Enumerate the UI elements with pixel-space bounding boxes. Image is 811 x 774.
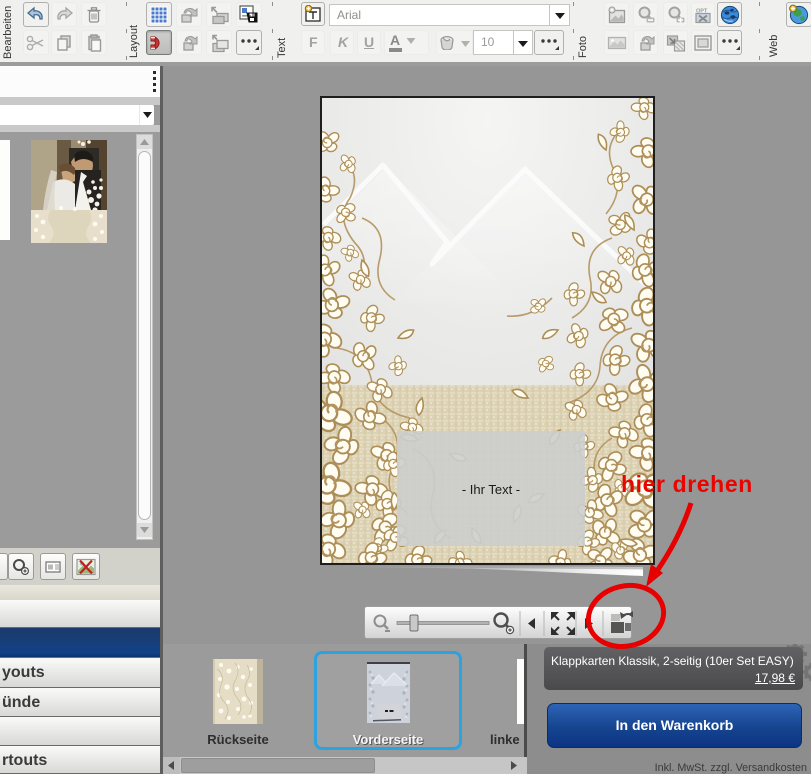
svg-text:- Ihr Text -: - Ihr Text -: [462, 482, 520, 497]
